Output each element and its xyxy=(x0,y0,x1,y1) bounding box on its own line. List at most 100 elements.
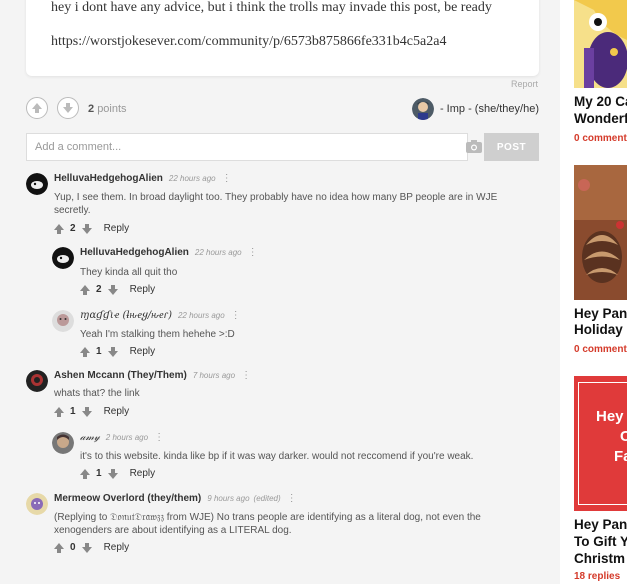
downvote-icon[interactable] xyxy=(81,542,92,553)
article-comment-count[interactable]: 18 replies xyxy=(574,571,620,582)
comment-votes: 0 xyxy=(70,542,76,553)
comment-text: (Replying to 𝔇𝔬𝔫𝔲𝔱𝔇𝔯𝔞𝔴𝔷𝔷 from WJE) No tr… xyxy=(54,511,534,537)
commenter-avatar[interactable] xyxy=(52,310,74,332)
comment-item: HelluvaHedgehogAlien 22 hours ago ⋮ They k… xyxy=(52,247,536,297)
post-comment-button[interactable]: POST xyxy=(484,133,539,161)
commenter-avatar[interactable] xyxy=(26,173,48,195)
comment-votes: 2 xyxy=(70,223,76,234)
article-thumbnail[interactable] xyxy=(574,0,627,88)
comment-header: HelluvaHedgehogAlien 22 hours ago ⋮ xyxy=(54,173,232,184)
comment-item: Ashen Mccann (They/Them) 7 hours ago ⋮ wha… xyxy=(26,370,536,420)
more-options-icon[interactable]: ⋮ xyxy=(248,247,258,258)
comment-text: Yup, I see them. In broad daylight too. … xyxy=(54,192,498,216)
reply-button[interactable]: Reply xyxy=(104,223,130,234)
article-title-line[interactable]: Hey Pan xyxy=(574,306,627,322)
more-options-icon[interactable]: ⋮ xyxy=(231,310,241,321)
commenter-avatar[interactable] xyxy=(26,370,48,392)
article-title-line[interactable]: My 20 Ca xyxy=(574,94,627,110)
author-name: - Imp - (she/they/he) xyxy=(439,103,539,115)
commenter-avatar[interactable] xyxy=(52,247,74,269)
downvote-icon[interactable] xyxy=(81,223,92,234)
commenter-avatar[interactable] xyxy=(52,432,74,454)
points-label: points xyxy=(97,103,127,115)
comment-item: 𝒶𝓂𝓎 2 hours ago ⋮ it's to this website. ki… xyxy=(52,432,536,482)
banner-text: C xyxy=(620,428,627,445)
camera-icon[interactable] xyxy=(466,140,482,153)
comment-votes: 1 xyxy=(70,406,76,417)
comment-actions: 1 Reply xyxy=(80,346,155,357)
reply-button[interactable]: Reply xyxy=(104,406,130,417)
post-author[interactable]: - Imp - (she/they/he) xyxy=(411,98,539,120)
comment-text: They kinda all quit tho xyxy=(80,267,178,278)
comment-votes: 1 xyxy=(96,346,102,357)
commenter-name[interactable]: Ashen Mccann (They/Them) xyxy=(54,370,187,381)
comment-time: 22 hours ago xyxy=(168,174,216,183)
upvote-icon[interactable] xyxy=(54,406,64,417)
article-title-line[interactable]: Hey Pan xyxy=(574,517,627,533)
arrow-up-icon xyxy=(32,103,42,113)
downvote-icon[interactable] xyxy=(107,284,118,295)
post-card: hey i dont have any advice, but i think … xyxy=(26,0,539,76)
reply-prefix: (Replying to xyxy=(54,512,111,523)
commenter-name[interactable]: HelluvaHedgehogAlien xyxy=(54,173,163,184)
report-link[interactable]: Report xyxy=(511,79,538,89)
commenter-avatar[interactable] xyxy=(26,493,48,515)
reply-button[interactable]: Reply xyxy=(130,284,156,295)
banner-text: Hey xyxy=(596,408,624,425)
more-options-icon[interactable]: ⋮ xyxy=(241,370,251,381)
comment-actions: 1 Reply xyxy=(54,406,129,417)
upvote-icon[interactable] xyxy=(80,346,90,357)
article-title-line[interactable]: Christm xyxy=(574,551,625,567)
mention-link[interactable]: 𝔇𝔬𝔫𝔲𝔱𝔇𝔯𝔞𝔴𝔷𝔷 xyxy=(110,512,164,523)
downvote-button[interactable] xyxy=(57,97,79,119)
more-options-icon[interactable]: ⋮ xyxy=(154,432,164,443)
comment-time: 9 hours ago xyxy=(207,494,250,503)
comment-item: HelluvaHedgehogAlien 22 hours ago ⋮ Yup, I… xyxy=(26,173,536,235)
comment-votes: 1 xyxy=(96,468,102,479)
upvote-icon[interactable] xyxy=(54,542,64,553)
edited-label: (edited) xyxy=(253,494,281,503)
banner-text: Fa xyxy=(614,448,627,465)
comment-actions: 2 Reply xyxy=(80,284,155,295)
comment-text: Yeah I'm stalking them hehehe >:D xyxy=(80,329,235,340)
commenter-name[interactable]: 𝒶𝓂𝓎 xyxy=(80,432,100,443)
comment-header: HelluvaHedgehogAlien 22 hours ago ⋮ xyxy=(80,247,258,258)
downvote-icon[interactable] xyxy=(81,406,92,417)
comment-actions: 2 Reply xyxy=(54,223,129,234)
upvote-button[interactable] xyxy=(26,97,48,119)
commenter-name[interactable]: HelluvaHedgehogAlien xyxy=(80,247,189,258)
reply-button[interactable]: Reply xyxy=(104,542,130,553)
downvote-icon[interactable] xyxy=(107,468,118,479)
commenter-name[interactable]: Mermeow Overlord (they/them) xyxy=(54,493,201,504)
reply-button[interactable]: Reply xyxy=(130,468,156,479)
comment-item: Mermeow Overlord (they/them) 9 hours ago(… xyxy=(26,493,536,555)
upvote-icon[interactable] xyxy=(80,284,90,295)
article-comment-count[interactable]: 0 comment xyxy=(574,344,627,355)
main-content: hey i dont have any advice, but i think … xyxy=(0,0,560,584)
commenter-name[interactable]: ɱαɠɠιҽ (ƚԋҽყ/ԋҽɾ) xyxy=(80,310,172,321)
article-thumbnail[interactable] xyxy=(574,165,627,300)
comment-header: Mermeow Overlord (they/them) 9 hours ago(… xyxy=(54,493,297,504)
more-options-icon[interactable]: ⋮ xyxy=(287,493,297,504)
article-title-line[interactable]: Wonderf xyxy=(574,111,627,127)
article-banner[interactable]: Hey C Fa xyxy=(574,376,627,511)
comment-votes: 2 xyxy=(96,284,102,295)
comment-header: Ashen Mccann (They/Them) 7 hours ago ⋮ xyxy=(54,370,251,381)
upvote-icon[interactable] xyxy=(54,223,64,234)
post-link[interactable]: https://worstjokesever.com/community/p/6… xyxy=(51,34,446,50)
article-title-line[interactable]: Holiday xyxy=(574,322,623,338)
comment-text: whats that? the link xyxy=(54,388,140,399)
upvote-icon[interactable] xyxy=(80,468,90,479)
downvote-icon[interactable] xyxy=(107,346,118,357)
comment-header: 𝒶𝓂𝓎 2 hours ago ⋮ xyxy=(80,432,164,443)
post-text: hey i dont have any advice, but i think … xyxy=(51,0,492,15)
comment-form: POST xyxy=(26,133,539,161)
article-title-line[interactable]: To Gift Y xyxy=(574,534,627,550)
vote-bar: 2 points - Imp - (she/they/he) xyxy=(26,97,539,123)
article-comment-count[interactable]: 0 comment xyxy=(574,133,627,144)
more-options-icon[interactable]: ⋮ xyxy=(222,173,232,184)
reply-button[interactable]: Reply xyxy=(130,346,156,357)
comment-actions: 0 Reply xyxy=(54,542,129,553)
comment-input[interactable] xyxy=(26,133,468,161)
comment-text: it's to this website. kinda like bp if i… xyxy=(80,451,474,462)
